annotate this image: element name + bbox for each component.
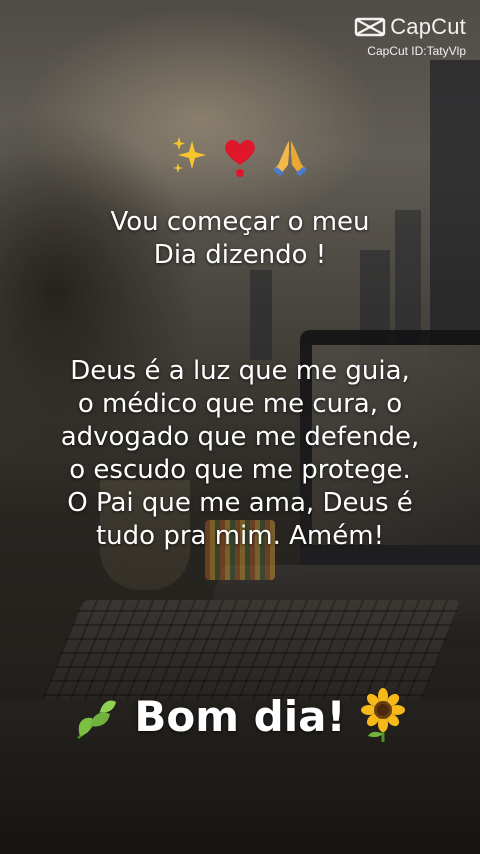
sparkles-icon	[173, 137, 206, 173]
sunflower-icon	[360, 688, 405, 742]
praying-hands-icon	[273, 141, 307, 176]
prayer-text: Deus é a luz que me guia, o médico que m…	[60, 356, 420, 551]
capcut-watermark: CapCut CapCut ID:TatyVlp	[354, 14, 466, 58]
watermark-brand: CapCut	[390, 14, 466, 39]
top-emoji-row	[0, 135, 480, 179]
background-photo: CapCut CapCut ID:TatyVlp Vou começar o m…	[0, 0, 480, 854]
capcut-logo-icon	[355, 17, 386, 37]
intro-text: Vou começar o meu Dia dizendo !	[110, 207, 370, 270]
watermark-user-id: CapCut ID:TatyVlp	[367, 44, 466, 58]
greeting-text: Bom dia!	[134, 691, 346, 741]
greeting-row: Bom dia!	[0, 688, 480, 744]
heart-icon	[225, 139, 255, 177]
herb-icon	[77, 700, 117, 739]
